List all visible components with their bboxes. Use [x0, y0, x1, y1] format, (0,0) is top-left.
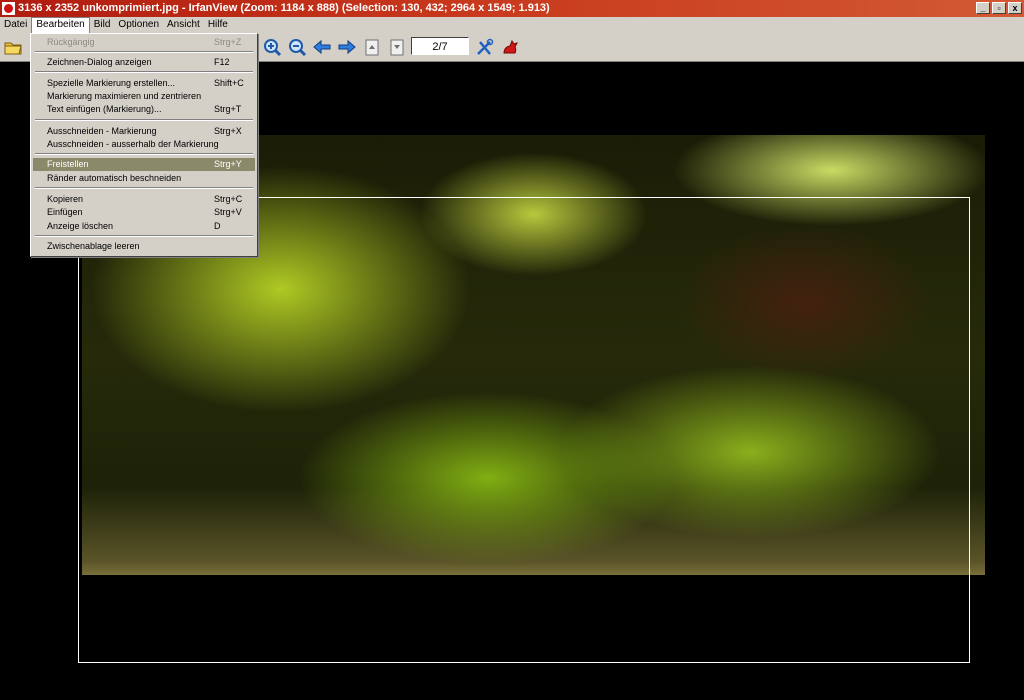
- settings-tools-icon[interactable]: [475, 37, 495, 57]
- minimize-button[interactable]: _: [976, 2, 990, 14]
- menu-item-crop[interactable]: Freistellen Strg+Y: [33, 158, 255, 171]
- irfanview-app-icon[interactable]: [2, 2, 15, 15]
- menu-bearbeiten[interactable]: Bearbeiten: [31, 17, 90, 33]
- selection-rectangle[interactable]: [78, 197, 970, 663]
- menu-item-cut-selection[interactable]: Ausschneiden - Markierung Strg+X: [33, 125, 255, 138]
- menu-item-undo[interactable]: Rückgängig Strg+Z: [33, 36, 255, 49]
- menu-bild[interactable]: Bild: [90, 17, 115, 33]
- menu-item-copy[interactable]: Kopieren Strg+C: [33, 193, 255, 206]
- menu-separator: [35, 51, 253, 53]
- window-title: 3136 x 2352 unkomprimiert.jpg - IrfanVie…: [18, 2, 550, 14]
- menu-separator: [35, 153, 253, 155]
- next-arrow-icon[interactable]: [337, 37, 357, 57]
- title-bar: 3136 x 2352 unkomprimiert.jpg - IrfanVie…: [0, 0, 1024, 17]
- menu-item-custom-selection[interactable]: Spezielle Markierung erstellen... Shift+C: [33, 77, 255, 90]
- menu-item-drawing-dialog[interactable]: Zeichnen-Dialog anzeigen F12: [33, 56, 255, 69]
- zoom-in-icon[interactable]: [262, 37, 282, 57]
- menu-item-clear-display[interactable]: Anzeige löschen D: [33, 220, 255, 233]
- menu-separator: [35, 235, 253, 237]
- menu-separator: [35, 71, 253, 73]
- menu-optionen[interactable]: Optionen: [114, 17, 163, 33]
- menu-ansicht[interactable]: Ansicht: [163, 17, 204, 33]
- menu-item-insert-text[interactable]: Text einfügen (Markierung)... Strg+T: [33, 103, 255, 116]
- first-page-icon[interactable]: [362, 37, 382, 57]
- menu-item-auto-crop-borders[interactable]: Ränder automatisch beschneiden: [33, 172, 255, 185]
- menu-item-maximize-selection[interactable]: Markierung maximieren und zentrieren: [33, 90, 255, 103]
- menu-item-clear-clipboard[interactable]: Zwischenablage leeren: [33, 240, 255, 253]
- page-counter[interactable]: 2/7: [411, 37, 469, 55]
- maximize-button[interactable]: ▫: [992, 2, 1006, 14]
- menu-hilfe[interactable]: Hilfe: [204, 17, 232, 33]
- irfanview-cat-icon[interactable]: [500, 37, 520, 57]
- menu-item-paste[interactable]: Einfügen Strg+V: [33, 206, 255, 219]
- window-controls: _ ▫ x: [976, 2, 1022, 14]
- last-page-icon[interactable]: [387, 37, 407, 57]
- close-button[interactable]: x: [1008, 2, 1022, 14]
- edit-menu-dropdown: Rückgängig Strg+Z Zeichnen-Dialog anzeige…: [30, 33, 258, 257]
- zoom-out-icon[interactable]: [287, 37, 307, 57]
- menu-datei[interactable]: Datei: [0, 17, 31, 33]
- open-folder-icon[interactable]: [3, 37, 23, 57]
- menu-bar: Datei Bearbeiten Bild Optionen Ansicht H…: [0, 17, 1024, 33]
- menu-separator: [35, 119, 253, 121]
- menu-separator: [35, 187, 253, 189]
- previous-arrow-icon[interactable]: [312, 37, 332, 57]
- menu-item-cut-outside[interactable]: Ausschneiden - ausserhalb der Markierung: [33, 138, 255, 151]
